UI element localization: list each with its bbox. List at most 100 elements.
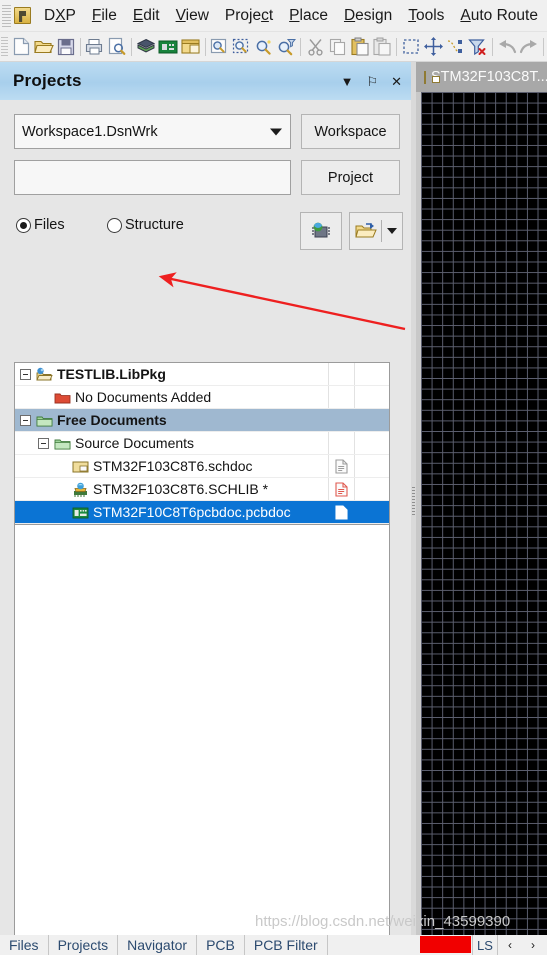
schdoc-icon: [424, 70, 440, 84]
workspace-row: Workspace1.DsnWrk Workspace: [14, 114, 400, 149]
zoom-in-icon[interactable]: [253, 35, 275, 59]
dropdown-caret-icon[interactable]: [387, 228, 397, 234]
menu-item-place[interactable]: Place: [281, 4, 336, 28]
menu-item-tools[interactable]: Tools: [400, 4, 452, 28]
editor-document-tab[interactable]: STM32F103C8T...: [416, 62, 547, 92]
library-chip-button[interactable]: [300, 212, 342, 250]
document-status-icon: [335, 505, 348, 520]
tree-row[interactable]: TESTLIB.LibPkg: [15, 363, 389, 386]
open-document-button[interactable]: [349, 212, 403, 250]
tree-expander-icon[interactable]: [20, 368, 31, 380]
menu-item-file[interactable]: File: [84, 4, 125, 28]
schdoc-icon: [72, 459, 89, 474]
tree-row[interactable]: Source Documents: [15, 432, 389, 455]
tree-row-label: STM32F10C8T6pcbdoc.pcbdoc: [93, 504, 291, 520]
altium-designer-window: DXP File Edit View Project Place Design Tools Au…: [0, 0, 547, 955]
document-status-icon: [335, 482, 348, 497]
menubar-drag-grip[interactable]: [2, 4, 11, 27]
radio-files[interactable]: Files: [16, 217, 65, 233]
status-tab-files[interactable]: Files: [0, 935, 49, 955]
open-window-icon[interactable]: [180, 35, 202, 59]
status-tab-pcb[interactable]: PCB: [197, 935, 245, 955]
tree-row[interactable]: STM32F103C8T6.SCHLIB *: [15, 478, 389, 501]
chevron-down-icon[interactable]: [270, 128, 282, 135]
print-preview-icon[interactable]: [106, 35, 128, 59]
menu-item-auto-route[interactable]: Auto Route: [452, 4, 546, 28]
green-folder-icon: [36, 413, 53, 428]
undo-icon[interactable]: [496, 35, 518, 59]
pcb-board-icon[interactable]: [157, 35, 179, 59]
page-title: Projects: [13, 71, 82, 90]
move-icon[interactable]: [422, 35, 444, 59]
open-folder-icon[interactable]: [33, 35, 55, 59]
button-divider: [381, 220, 382, 242]
menu-item-edit[interactable]: Edit: [125, 4, 168, 28]
align-icon[interactable]: [444, 35, 466, 59]
tree-expander-icon[interactable]: [20, 414, 31, 426]
status-tab-navigator[interactable]: Navigator: [118, 935, 198, 955]
menu-item-project[interactable]: Project: [217, 4, 281, 28]
toolbar-separator: [131, 37, 133, 56]
status-tab-projects[interactable]: Projects: [49, 935, 119, 955]
radio-structure-dot: [107, 217, 122, 233]
chevron-down-icon[interactable]: ▼: [341, 75, 354, 88]
status-nav-prev-icon[interactable]: ‹: [499, 935, 521, 955]
toolbar-separator: [543, 37, 544, 56]
pcbdoc-icon: [72, 505, 89, 520]
project-field[interactable]: [14, 160, 291, 195]
tree-expander-icon[interactable]: [38, 437, 49, 449]
menu-bar: DXP File Edit View Project Place Design Tools Au…: [0, 0, 547, 32]
toolbar-drag-grip[interactable]: [1, 36, 9, 57]
clear-filter-icon[interactable]: [467, 35, 489, 59]
document-status-cell: [335, 459, 348, 479]
editor-tab-label: STM32F103C8T...: [431, 69, 547, 85]
green-folder-icon: [54, 436, 71, 451]
tree-row-label: STM32F103C8T6.schdoc: [93, 458, 253, 474]
zoom-document-icon[interactable]: [209, 35, 231, 59]
radio-structure[interactable]: Structure: [107, 217, 184, 233]
toolbar-separator: [396, 37, 397, 56]
cut-icon[interactable]: [304, 35, 326, 59]
select-area-icon[interactable]: [400, 35, 422, 59]
board-3d-icon[interactable]: [135, 35, 157, 59]
tree-row[interactable]: No Documents Added: [15, 386, 389, 409]
tree-row[interactable]: Free Documents: [15, 409, 389, 432]
save-icon[interactable]: [55, 35, 77, 59]
menu-item-design[interactable]: Design: [336, 4, 400, 28]
workspace-combo[interactable]: Workspace1.DsnWrk: [14, 114, 291, 149]
splitter-grip[interactable]: [412, 487, 415, 517]
pcb-grid-canvas[interactable]: [421, 92, 547, 955]
status-nav-next-icon[interactable]: ›: [522, 935, 544, 955]
project-tree-empty-area[interactable]: [14, 525, 390, 955]
copy-icon[interactable]: [327, 35, 349, 59]
tree-row[interactable]: STM32F10C8T6pcbdoc.pcbdoc: [15, 501, 389, 524]
project-input[interactable]: [15, 161, 290, 194]
paste-icon[interactable]: [349, 35, 371, 59]
pin-icon[interactable]: ⚐: [366, 75, 378, 88]
zoom-filter-icon[interactable]: [275, 35, 297, 59]
redo-icon[interactable]: [518, 35, 540, 59]
panel-title-bar: Projects ▼ ⚐ ✕: [0, 62, 416, 100]
tree-row[interactable]: STM32F103C8T6.schdoc: [15, 455, 389, 478]
radio-files-dot: [16, 217, 31, 233]
project-row: Project: [14, 160, 400, 195]
status-units-label[interactable]: LS: [472, 935, 498, 955]
status-color-swatch[interactable]: [420, 936, 471, 953]
new-document-icon[interactable]: [10, 35, 32, 59]
project-tree[interactable]: TESTLIB.LibPkg No Documents Added Free Doc…: [14, 362, 390, 525]
close-icon[interactable]: ✕: [391, 75, 402, 88]
toolbar-separator: [300, 37, 302, 56]
workspace-combo-value: Workspace1.DsnWrk: [22, 123, 158, 140]
view-mode-row: Files Structure: [14, 206, 403, 250]
panel-title-actions: ▼ ⚐ ✕: [341, 75, 402, 88]
zoom-area-icon[interactable]: [231, 35, 253, 59]
project-button[interactable]: Project: [301, 160, 400, 195]
schlib-icon: [72, 482, 89, 497]
print-icon[interactable]: [84, 35, 106, 59]
workspace-button[interactable]: Workspace: [301, 114, 400, 149]
status-tab-pcb-filter[interactable]: PCB Filter: [245, 935, 328, 955]
menu-item-view[interactable]: View: [168, 4, 217, 28]
radio-structure-label: Structure: [125, 217, 184, 233]
menu-item-dxp[interactable]: DXP: [36, 4, 84, 28]
paste-special-icon[interactable]: [371, 35, 393, 59]
